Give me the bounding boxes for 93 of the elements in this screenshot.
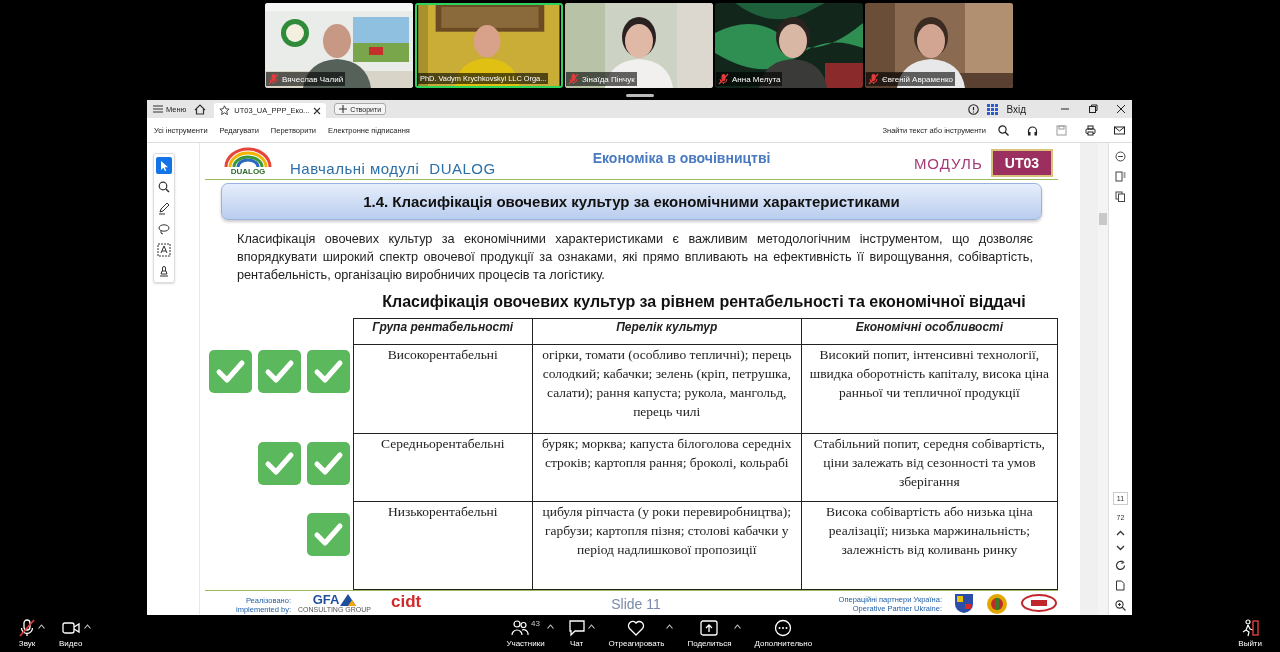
- chat-bubble-icon: [567, 619, 586, 637]
- lasso-icon: [157, 221, 171, 236]
- table-cell: огірки, томати (особливо тепличні); перець солодкий; кабачки; зелень (кріп, петрушка, салати); рання капуста; рукола, мангольд, перець чилі: [532, 344, 802, 434]
- participant-name: Зінаїда Пінчук: [582, 74, 635, 84]
- caret-icon[interactable]: [546, 624, 554, 629]
- video-tile[interactable]: Анна Мелута: [715, 3, 863, 88]
- pointer-tool[interactable]: [156, 157, 172, 174]
- chat-button[interactable]: Чат: [567, 619, 586, 648]
- participant-count: 43: [531, 619, 540, 628]
- table-cell: Середньорентабельні: [353, 433, 533, 502]
- more-button[interactable]: Дополнительно: [754, 619, 813, 648]
- page-fit-icon[interactable]: [1115, 580, 1126, 591]
- zoom-in-icon[interactable]: [1115, 600, 1126, 611]
- logo-text: cidt: [391, 593, 422, 611]
- logo-text: DUALOG: [230, 166, 266, 176]
- table-cell: Високий попит, інтенсивні технології, швидка оборотність капіталу, висока ціна ранньої чи тепличної продукції: [801, 344, 1058, 434]
- scrollbar[interactable]: [1098, 143, 1108, 615]
- emblem-logo-icon: [986, 593, 1008, 615]
- stamp-icon: [157, 263, 171, 278]
- caret-icon[interactable]: [666, 624, 674, 629]
- headphones-icon[interactable]: [1027, 124, 1038, 136]
- table-cell: Високорентабельні: [353, 344, 533, 434]
- participant-name: Анна Мелута: [732, 74, 781, 84]
- chevron-down-icon[interactable]: [1116, 545, 1125, 551]
- pen-icon: [157, 200, 171, 215]
- comment-icon[interactable]: [1115, 151, 1126, 162]
- table-cell: буряк; морква; капуста білоголова середніх строків; картопля рання; броколі, кольрабі: [532, 433, 802, 502]
- caret-icon[interactable]: [733, 624, 741, 629]
- video-tile[interactable]: Вячеслав Чалий: [265, 3, 413, 88]
- apps-grid-icon[interactable]: [987, 103, 999, 115]
- muted-mic-icon: [268, 73, 279, 85]
- table-cell: цибуля ріпчаста (у роки перевиробництва); гарбузи; картопля пізня; столові кабачки у період надлишкової пропозиції: [532, 501, 802, 590]
- sign-in-link[interactable]: Вхід: [1006, 103, 1026, 115]
- leave-button[interactable]: Выйти: [1238, 619, 1262, 648]
- table-cell: Низькорентабельні: [353, 501, 533, 590]
- scroll-thumb[interactable]: [1099, 213, 1107, 225]
- caret-icon[interactable]: [587, 624, 595, 629]
- participant-name: Вячеслав Чалий: [282, 74, 344, 84]
- drag-handle[interactable]: [626, 94, 654, 97]
- section-title-banner: 1.4. Класифікація овочевих культур за економічними характеристиками: [221, 183, 1042, 220]
- series-title: Навчальні модулі: [290, 159, 420, 177]
- series-brand: DUALOG: [429, 159, 496, 177]
- intro-paragraph: Класифікація овочевих культур за економічними характеристиками є важливим методологічним інструментом, що дозволяє впорядкувати широкий спектр овочевої продукції за ознаками, які прямо впливають на ефективність її вирощування, собівартість, рентабельність, організацію виробничих процесів та логістику.: [237, 231, 1033, 284]
- participants-button[interactable]: 43 Участники: [506, 619, 545, 648]
- search-icon[interactable]: [998, 124, 1009, 136]
- print-icon[interactable]: [1085, 124, 1096, 136]
- rotate-icon[interactable]: [1115, 560, 1126, 571]
- magnifier-icon: [157, 179, 171, 194]
- muted-mic-icon: [568, 73, 579, 85]
- chevron-up-icon[interactable]: [1116, 530, 1125, 536]
- close-icon[interactable]: [1116, 104, 1126, 114]
- text-select-icon: [157, 242, 171, 257]
- caret-icon[interactable]: [38, 624, 45, 629]
- column-header: Перелік культур: [532, 318, 802, 345]
- muted-mic-icon: [718, 73, 729, 85]
- bookmark-panel-icon[interactable]: [1115, 171, 1126, 182]
- table-cell: Висока собівартість або низька ціна реалізації; низька маржинальність; залежність від коливань ринку: [801, 501, 1058, 590]
- pages-icon[interactable]: [1115, 191, 1126, 202]
- plus-icon: [339, 105, 348, 113]
- mail-icon[interactable]: [1114, 124, 1125, 136]
- leave-icon: [1241, 619, 1260, 637]
- home-icon[interactable]: [194, 103, 207, 115]
- video-tile[interactable]: Зінаїда Пінчук: [565, 3, 713, 88]
- slide-number: Slide 11: [611, 595, 661, 612]
- text-tool[interactable]: [156, 241, 172, 258]
- menu-icon: [153, 105, 163, 113]
- triangle-logo-icon: [340, 593, 357, 606]
- module-code-badge: UT03: [990, 149, 1053, 177]
- people-icon: [511, 619, 530, 637]
- logo-text: GFA: [312, 593, 340, 606]
- maximize-icon[interactable]: [1088, 104, 1098, 114]
- close-icon[interactable]: [313, 106, 322, 115]
- crest-logo-icon: [954, 593, 974, 613]
- react-button[interactable]: Отреагировать: [608, 619, 665, 648]
- module-label: МОДУЛЬ: [913, 154, 983, 172]
- caret-icon[interactable]: [84, 624, 92, 629]
- participant-name: Євгеній Авраменко: [882, 74, 953, 84]
- share-screen-icon: [700, 619, 719, 637]
- star-icon[interactable]: [219, 105, 231, 116]
- video-button[interactable]: Видео: [59, 619, 83, 648]
- share-button[interactable]: Поделиться: [687, 619, 732, 648]
- table-title: Класифікація овочевих культур за рівнем рентабельності та економічної віддачі: [381, 293, 1027, 311]
- video-tile[interactable]: Євгеній Авраменко: [865, 3, 1013, 88]
- column-header: Група рентабельності: [353, 318, 533, 345]
- column-header: Економічні особливості: [801, 318, 1058, 345]
- table-cell: Стабільний попит, середня собівартість, ціни залежать від сезонності та умов зберігання: [801, 433, 1058, 502]
- muted-mic-icon: [868, 73, 879, 85]
- help-icon[interactable]: [968, 103, 980, 115]
- topic-title: Економіка в овочівництві: [592, 150, 771, 166]
- rainbow-logo-icon: [223, 146, 273, 167]
- mic-button[interactable]: Звук: [18, 619, 36, 648]
- more-icon: [774, 619, 793, 637]
- heart-icon: [627, 619, 646, 637]
